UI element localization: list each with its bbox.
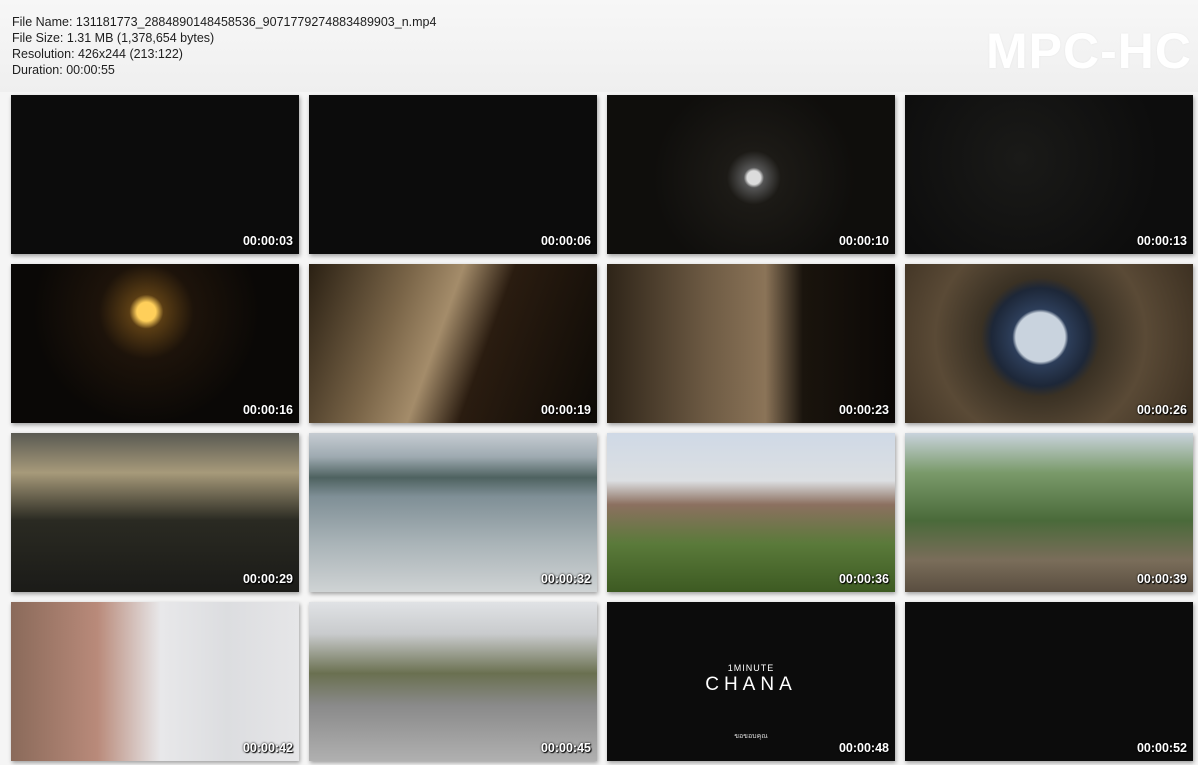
thumbnail-frame: 00:00:03: [11, 95, 299, 254]
frame-image: [607, 433, 895, 592]
thumbnail-grid: 00:00:03 00:00:06 00:00:10 00:00:13 00:0…: [11, 95, 1193, 761]
frame-image: [607, 264, 895, 423]
timestamp-label: 00:00:32: [540, 572, 591, 586]
timestamp-label: 00:00:23: [838, 403, 889, 417]
timestamp-label: 00:00:36: [838, 572, 889, 586]
frame-image: [905, 95, 1193, 254]
frame-image: [905, 433, 1193, 592]
thumbnail-frame: 00:00:23: [607, 264, 895, 423]
duration-text: Duration: 00:00:55: [12, 63, 115, 77]
title-card: 1MINUTE CHANA: [607, 662, 895, 696]
thumbnail-frame: 00:00:42: [11, 602, 299, 761]
thumbnail-frame: 1MINUTE CHANA ขอขอบคุณ 00:00:48: [607, 602, 895, 761]
thumbnail-frame: 00:00:29: [11, 433, 299, 592]
frame-image: [309, 433, 597, 592]
frame-image: [905, 602, 1193, 761]
frame-image: [309, 602, 597, 761]
file-name-text: File Name: 131181773_2884890148458536_90…: [12, 15, 437, 29]
frame-image: [11, 602, 299, 761]
timestamp-label: 00:00:52: [1136, 741, 1187, 755]
frame-image: [11, 95, 299, 254]
thumbnail-frame: 00:00:52: [905, 602, 1193, 761]
timestamp-label: 00:00:16: [242, 403, 293, 417]
title-card-big-text: CHANA: [705, 674, 797, 695]
frame-image: [11, 433, 299, 592]
timestamp-label: 00:00:42: [242, 741, 293, 755]
file-info: File Name: 131181773_2884890148458536_90…: [12, 14, 436, 78]
timestamp-label: 00:00:06: [540, 234, 591, 248]
timestamp-label: 00:00:10: [838, 234, 889, 248]
timestamp-label: 00:00:13: [1136, 234, 1187, 248]
timestamp-label: 00:00:03: [242, 234, 293, 248]
frame-image: [905, 264, 1193, 423]
thumbnail-frame: 00:00:16: [11, 264, 299, 423]
thumbnail-frame: 00:00:13: [905, 95, 1193, 254]
thumbnail-frame: 00:00:45: [309, 602, 597, 761]
thumbnail-frame: 00:00:36: [607, 433, 895, 592]
resolution-text: Resolution: 426x244 (213:122): [12, 47, 183, 61]
timestamp-label: 00:00:39: [1136, 572, 1187, 586]
info-header: File Name: 131181773_2884890148458536_90…: [0, 0, 1198, 92]
title-card-small-text: 1MINUTE: [727, 663, 775, 673]
timestamp-label: 00:00:48: [838, 741, 889, 755]
file-size-text: File Size: 1.31 MB (1,378,654 bytes): [12, 31, 215, 45]
thumbnail-frame: 00:00:39: [905, 433, 1193, 592]
frame-image: [11, 264, 299, 423]
timestamp-label: 00:00:29: [242, 572, 293, 586]
frame-image: [309, 95, 597, 254]
thumbnail-frame: 00:00:06: [309, 95, 597, 254]
timestamp-label: 00:00:26: [1136, 403, 1187, 417]
timestamp-label: 00:00:19: [540, 403, 591, 417]
frame-image: [309, 264, 597, 423]
thumbnail-frame: 00:00:26: [905, 264, 1193, 423]
timestamp-label: 00:00:45: [540, 741, 591, 755]
frame-image: [607, 95, 895, 254]
thumbnail-frame: 00:00:10: [607, 95, 895, 254]
thumbnail-frame: 00:00:32: [309, 433, 597, 592]
thumbnail-frame: 00:00:19: [309, 264, 597, 423]
brand-logo: MPC-HC: [986, 23, 1192, 79]
